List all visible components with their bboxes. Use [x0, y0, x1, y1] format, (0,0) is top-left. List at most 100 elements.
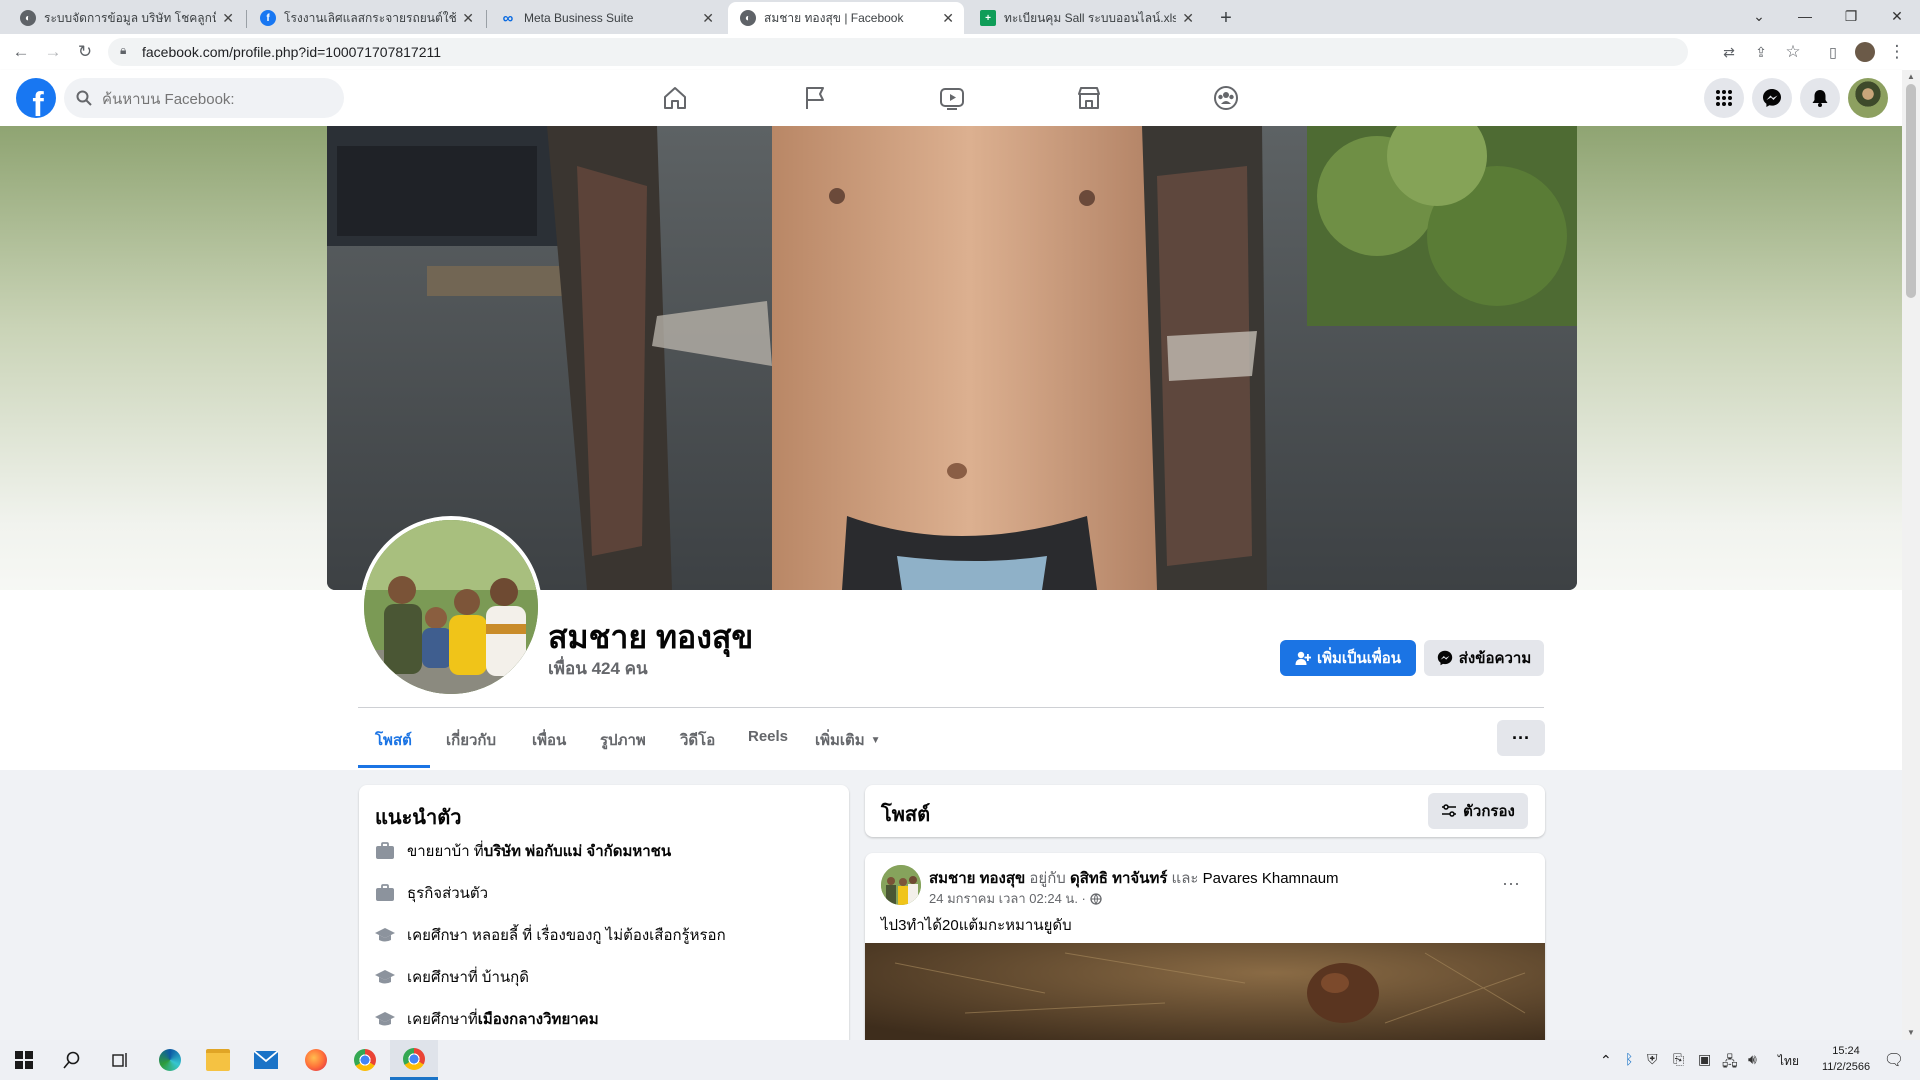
star-icon: ☆ [1785, 42, 1801, 61]
post-timestamp[interactable]: 24 มกราคม เวลา 02:24 น. · [929, 888, 1086, 909]
add-friend-button[interactable]: เพิ่มเป็นเพื่อน [1280, 640, 1416, 676]
post-photo[interactable] [865, 943, 1545, 1040]
facebook-search[interactable] [64, 78, 344, 120]
tab-about[interactable]: เกี่ยวกับ [446, 728, 496, 752]
close-window-button[interactable]: ✕ [1874, 0, 1920, 32]
briefcase-icon [376, 842, 394, 859]
avatar [881, 865, 921, 905]
account-button[interactable] [1848, 78, 1888, 118]
security-shield-icon[interactable]: ⛨ [1647, 1051, 1658, 1068]
windows-icon [15, 1051, 33, 1069]
forward-button[interactable]: → [40, 39, 66, 65]
post-options-button[interactable]: ··· [1493, 865, 1529, 901]
message-button[interactable]: ส่งข้อความ [1424, 640, 1544, 676]
minimize-icon: — [1798, 8, 1812, 24]
share-button[interactable]: ⇪ [1748, 39, 1774, 65]
new-tab-button[interactable]: + [1208, 2, 1244, 34]
tab-posts[interactable]: โพสต์ [375, 728, 412, 752]
close-icon[interactable]: ✕ [942, 10, 954, 27]
nav-watch[interactable] [897, 74, 1007, 122]
profile-button[interactable] [1852, 39, 1878, 65]
start-button[interactable] [0, 1040, 48, 1080]
scroll-down-icon[interactable]: ▼ [1907, 1028, 1915, 1037]
input-language[interactable]: ไทย [1778, 1052, 1799, 1071]
close-icon[interactable]: ✕ [702, 10, 714, 27]
filter-button[interactable]: ตัวกรอง [1428, 793, 1528, 829]
scrollbar-thumb[interactable] [1906, 84, 1916, 298]
clock-date: 11/2/2566 [1821, 1061, 1871, 1073]
active-tab-indicator [358, 765, 430, 768]
menu-button[interactable] [1704, 78, 1744, 118]
close-icon[interactable]: ✕ [222, 10, 234, 27]
taskbar-search-button[interactable] [48, 1040, 96, 1080]
cover-photo[interactable] [327, 126, 1577, 590]
network-icon[interactable]: 🖧︎ [1722, 1051, 1738, 1075]
system-clock[interactable]: 15:24 11/2/2566 [1816, 1043, 1876, 1075]
volume-icon[interactable]: 🔊︎ [1748, 1051, 1757, 1068]
post-tagged-person[interactable]: ดุสิทธิ ทาจันทร์ [1070, 870, 1167, 887]
taskbar-edge[interactable] [146, 1040, 194, 1080]
nav-home[interactable] [620, 74, 730, 122]
minimize-button[interactable]: — [1782, 0, 1828, 32]
profile-photo-image [364, 520, 538, 694]
intro-item-link[interactable]: บริษัท พ่อกับแม่ จำกัดมหาชน [484, 839, 671, 863]
side-panel-button[interactable]: ▯ [1820, 39, 1846, 65]
tab-friends[interactable]: เพื่อน [532, 728, 566, 752]
address-bar[interactable]: 🔒︎ facebook.com/profile.php?id=100071707… [108, 38, 1688, 66]
show-hidden-icons[interactable]: ⌃ [1600, 1052, 1612, 1069]
bookmark-button[interactable]: ☆ [1780, 39, 1806, 65]
facebook-logo[interactable]: f [16, 78, 56, 118]
friend-count[interactable]: เพื่อน 424 คน [548, 655, 648, 682]
page-scrollbar[interactable]: ▲ ▼ [1902, 70, 1920, 1040]
bluetooth-icon[interactable]: ᛒ [1625, 1051, 1633, 1067]
taskbar-chrome[interactable] [341, 1040, 389, 1080]
back-button[interactable]: ← [8, 39, 34, 65]
facebook-icon: f [260, 10, 276, 26]
intro-item-link[interactable]: เมืองกลางวิทยาคม [478, 1007, 599, 1031]
browser-tab-2[interactable]: f โรงงานเลิศแลสกระจายรถยนต์ใช้แล้ว ✕ [248, 2, 484, 34]
browser-tab-1[interactable]: ◐ ระบบจัดการข้อมูล บริษัท โชคลูกน็อต ✕ [8, 2, 244, 34]
reload-button[interactable]: ↻ [72, 39, 98, 65]
chrome-menu-button[interactable]: ⋮ [1884, 39, 1910, 65]
post-author-avatar[interactable] [881, 865, 921, 905]
translate-button[interactable]: ⇄ [1716, 39, 1742, 65]
filter-label: ตัวกรอง [1463, 803, 1515, 820]
scroll-up-icon[interactable]: ▲ [1907, 72, 1915, 81]
post-card: สมชาย ทองสุข อยู่กับ ดุสิทธิ ทาจันทร์ แล… [865, 853, 1545, 1040]
notification-center-button[interactable]: 🗨︎ [1874, 1050, 1914, 1070]
tab-reels[interactable]: Reels [748, 728, 788, 745]
post-tagged-person[interactable]: Pavares Khamnaum [1203, 870, 1339, 887]
browser-tab-3[interactable]: ∞ Meta Business Suite ✕ [488, 2, 724, 34]
taskbar-firefox[interactable] [292, 1040, 340, 1080]
taskbar-file-explorer[interactable] [194, 1040, 242, 1080]
close-icon[interactable]: ✕ [462, 10, 474, 27]
tab-videos[interactable]: วิดีโอ [680, 728, 715, 752]
sheets-icon: + [980, 10, 996, 26]
usb-icon[interactable]: ⎘ [1673, 1051, 1684, 1068]
messenger-button[interactable] [1752, 78, 1792, 118]
add-person-icon [1295, 651, 1311, 665]
nav-groups[interactable] [1171, 74, 1281, 122]
nav-pages[interactable] [760, 74, 870, 122]
tab-title: ระบบจัดการข้อมูล บริษัท โชคลูกน็อต [44, 10, 217, 25]
posts-header-card: โพสต์ ตัวกรอง [865, 785, 1545, 837]
taskbar-mail[interactable] [242, 1040, 290, 1080]
close-icon[interactable]: ✕ [1182, 10, 1194, 27]
display-icon[interactable]: ▣ [1698, 1051, 1711, 1068]
restore-button[interactable]: ❐ [1828, 0, 1874, 32]
post-author-name[interactable]: สมชาย ทองสุข [929, 870, 1025, 887]
nav-marketplace[interactable] [1034, 74, 1144, 122]
tab-more[interactable]: เพิ่มเติม ▼ [815, 728, 881, 752]
search-input[interactable] [100, 78, 334, 120]
tab-title: โรงงานเลิศแลสกระจายรถยนต์ใช้แล้ว [284, 10, 457, 25]
tab-search-button[interactable]: ⌄ [1736, 0, 1782, 32]
notifications-button[interactable] [1800, 78, 1840, 118]
taskbar-chrome-active[interactable] [390, 1040, 438, 1080]
profile-picture[interactable] [360, 516, 542, 698]
tab-photos[interactable]: รูปภาพ [600, 728, 646, 752]
task-view-button[interactable] [96, 1040, 144, 1080]
browser-tab-4[interactable]: ◐ สมชาย ทองสุข | Facebook ✕ [728, 2, 964, 34]
profile-more-button[interactable]: ··· [1497, 720, 1545, 756]
browser-tab-5[interactable]: + ทะเบียนคุม Sall ระบบออนไลน์.xlsx - G ✕ [968, 2, 1204, 34]
post-body: ไป3ทำได้20แต้มกะหมานยูดับ [881, 917, 1072, 934]
